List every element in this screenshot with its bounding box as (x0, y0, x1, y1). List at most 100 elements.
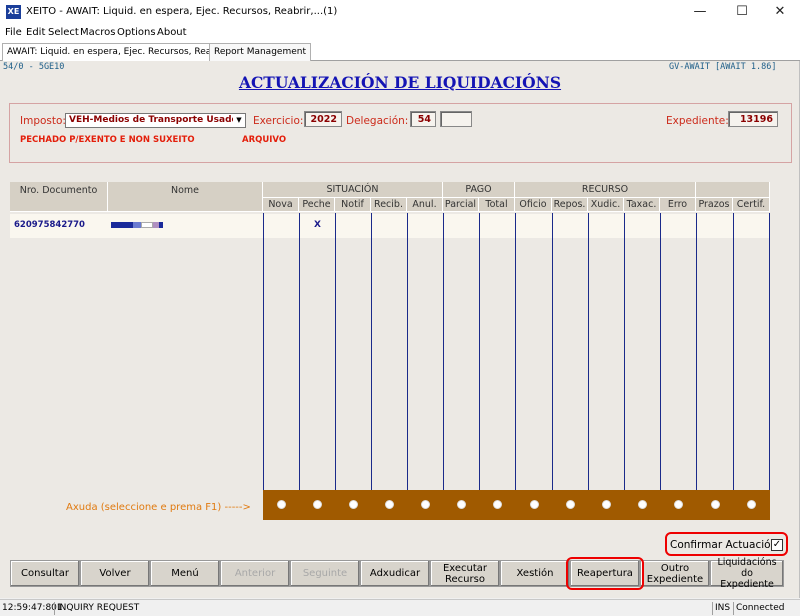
grid-line (299, 213, 300, 490)
adxudicar-button[interactable]: Adxudicar (360, 560, 430, 587)
column-header-oficio: Oficio (515, 198, 552, 212)
group-header-situacion: SITUACIÓN (263, 182, 443, 198)
column-header-repos: Repos. (552, 198, 588, 212)
help-hint: Axuda (seleccione e prema F1) -----> (66, 502, 251, 513)
executar-recurso-button[interactable]: Executar Recurso (430, 560, 500, 587)
radio-erro[interactable] (674, 500, 683, 509)
minimize-button[interactable]: — (680, 0, 720, 25)
page-title: ACTUALIZACIÓN DE LIQUIDACIÓNS (238, 73, 562, 92)
status-mode: INS (712, 602, 732, 615)
outro-expediente-button[interactable]: Outro Expediente (640, 560, 710, 587)
column-header-prazos: Prazos (696, 198, 733, 212)
menu-about[interactable]: About (157, 27, 187, 38)
column-header-nova: Nova (263, 198, 299, 212)
status-arquivo: ARQUIVO (242, 135, 287, 145)
status-pechado: PECHADO P/EXENTO E NON SUXEITO (20, 135, 195, 145)
name-cell-masked (111, 222, 167, 228)
expediente-field[interactable]: 13196 (728, 111, 778, 127)
menu-select[interactable]: Select (48, 27, 79, 38)
column-header-peche: Peche (299, 198, 335, 212)
delegacion-field[interactable]: 54 (410, 111, 436, 127)
radio-prazos[interactable] (711, 500, 720, 509)
grid-line (443, 213, 444, 490)
grid-line (479, 213, 480, 490)
delegacion-extra-field[interactable] (440, 111, 472, 127)
delegacion-label: Delegación: (346, 115, 409, 127)
column-header-certif: Certif. (733, 198, 770, 212)
grid-line (588, 213, 589, 490)
status-bar: 12:59:47:801 INQUIRY REQUEST INS Connect… (0, 599, 800, 616)
radio-anul[interactable] (421, 500, 430, 509)
confirm-checkbox[interactable]: ✓ (771, 539, 783, 551)
tab-await[interactable]: AWAIT: Liquid. en espera, Ejec. Recursos… (2, 43, 244, 61)
expediente-label: Expediente: (666, 115, 729, 127)
liquidations-grid: Nro. Documento Nome SITUACIÓN PAGO RECUR… (10, 182, 770, 520)
radio-total[interactable] (493, 500, 502, 509)
exercicio-field[interactable]: 2022 (304, 111, 342, 127)
screen-code: 54/0 - 5GE10 (3, 62, 65, 72)
radio-nova[interactable] (277, 500, 286, 509)
column-header-taxac: Taxac. (624, 198, 660, 212)
grid-line (335, 213, 336, 490)
grid-line (769, 213, 770, 490)
program-id: GV-AWAIT [AWAIT 1.86] (669, 62, 777, 72)
menu-macros[interactable]: Macros (80, 27, 115, 38)
grid-line (515, 213, 516, 490)
document-number[interactable]: 620975842770 (14, 220, 85, 230)
grid-line (696, 213, 697, 490)
exercicio-label: Exercicio: (253, 115, 304, 127)
xestion-button[interactable]: Xestión (500, 560, 570, 587)
imposto-label: Imposto: (20, 115, 66, 127)
tab-bar: AWAIT: Liquid. en espera, Ejec. Recursos… (0, 42, 800, 61)
grid-line (552, 213, 553, 490)
confirm-label: Confirmar Actuación: (670, 539, 781, 551)
title-bar: XE XEITO - AWAIT: Liquid. en espera, Eje… (0, 0, 800, 25)
chevron-down-icon[interactable]: ▼ (233, 114, 245, 127)
menu-button[interactable]: Menú (150, 560, 220, 587)
anterior-button[interactable]: Anterior (220, 560, 290, 587)
app-icon: XE (6, 5, 21, 19)
grid-line (624, 213, 625, 490)
radio-parcial[interactable] (457, 500, 466, 509)
menu-options[interactable]: Options (117, 27, 156, 38)
status-message: INQUIRY REQUEST (54, 602, 454, 615)
column-header-nome: Nome (108, 182, 263, 212)
radio-notif[interactable] (349, 500, 358, 509)
reapertura-highlight (566, 557, 644, 590)
menu-file[interactable]: File (5, 27, 22, 38)
consultar-button[interactable]: Consultar (10, 560, 80, 587)
status-connection: Connected (733, 602, 800, 615)
grid-line (371, 213, 372, 490)
column-header-nro: Nro. Documento (10, 182, 108, 212)
grid-line (407, 213, 408, 490)
window-title: XEITO - AWAIT: Liquid. en espera, Ejec. … (26, 6, 338, 17)
liquidacions-expediente-button[interactable]: Liquidacións do Expediente (710, 557, 784, 590)
grid-line (263, 213, 264, 490)
radio-xudic[interactable] (602, 500, 611, 509)
close-button[interactable]: ✕ (760, 0, 800, 25)
radio-oficio[interactable] (530, 500, 539, 509)
seguinte-button[interactable]: Seguinte (290, 560, 360, 587)
peche-mark[interactable]: X (314, 220, 321, 230)
radio-recib[interactable] (385, 500, 394, 509)
radio-peche[interactable] (313, 500, 322, 509)
action-radio-strip (263, 490, 770, 520)
radio-certif[interactable] (747, 500, 756, 509)
column-header-erro: Erro (660, 198, 696, 212)
volver-button[interactable]: Volver (80, 560, 150, 587)
group-header-recurso: RECURSO (515, 182, 696, 198)
radio-repos[interactable] (566, 500, 575, 509)
column-header-parcial: Parcial (443, 198, 479, 212)
header-panel (9, 103, 792, 163)
table-row[interactable]: 620975842770 X (10, 214, 770, 238)
column-header-notif: Notif (335, 198, 371, 212)
tab-report-management[interactable]: Report Management (209, 43, 311, 61)
radio-taxac[interactable] (638, 500, 647, 509)
menu-edit[interactable]: Edit (26, 27, 45, 38)
column-header-anul: Anul. (407, 198, 443, 212)
status-time: 12:59:47:801 (2, 603, 63, 613)
grid-line (733, 213, 734, 490)
column-header-total: Total (479, 198, 515, 212)
imposto-select[interactable]: VEH-Medios de Transporte Usado (65, 113, 246, 128)
maximize-button[interactable]: ☐ (722, 0, 762, 25)
